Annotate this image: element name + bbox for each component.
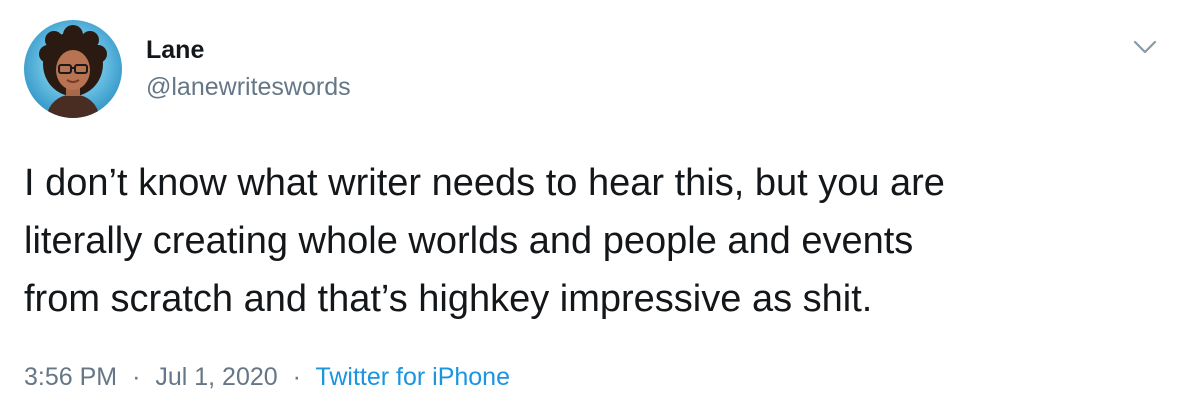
tweet-time[interactable]: 3:56 PM: [24, 363, 117, 391]
chevron-down-icon[interactable]: [1130, 32, 1160, 62]
tweet-card: Lane @lanewriteswords I don’t know what …: [0, 0, 1190, 416]
tweet-source-link[interactable]: Twitter for iPhone: [315, 363, 510, 391]
author-handle[interactable]: @lanewriteswords: [146, 72, 351, 102]
meta-separator: ·: [292, 363, 301, 391]
meta-separator: ·: [132, 363, 141, 391]
author-name[interactable]: Lane: [146, 35, 204, 65]
tweet-meta: 3:56 PM · Jul 1, 2020 · Twitter for iPho…: [24, 360, 510, 394]
tweet-date[interactable]: Jul 1, 2020: [155, 363, 277, 391]
tweet-text-line: from scratch and that’s highkey impressi…: [24, 278, 873, 320]
tweet-text-line: literally creating whole worlds and peop…: [24, 220, 914, 262]
tweet-text-line: I don’t know what writer needs to hear t…: [24, 162, 945, 204]
avatar-illustration: [24, 20, 122, 118]
avatar[interactable]: [24, 20, 122, 118]
tweet-text: I don’t know what writer needs to hear t…: [24, 154, 1154, 328]
